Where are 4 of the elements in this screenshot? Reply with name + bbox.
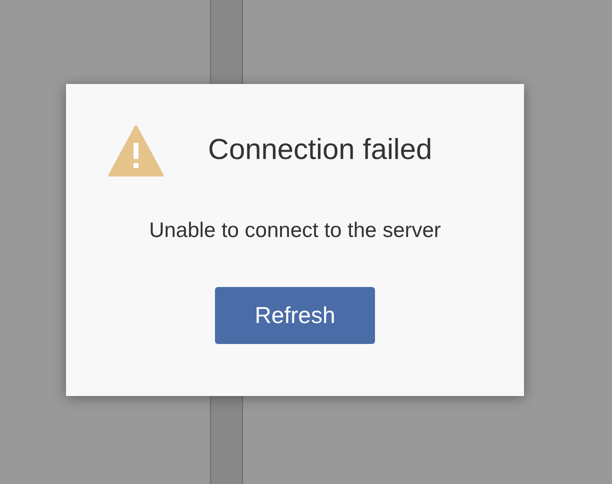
dialog-title: Connection failed: [208, 133, 432, 168]
dialog-message: Unable to connect to the server: [149, 218, 441, 244]
refresh-button[interactable]: Refresh: [215, 286, 375, 344]
warning-icon: [108, 125, 164, 177]
